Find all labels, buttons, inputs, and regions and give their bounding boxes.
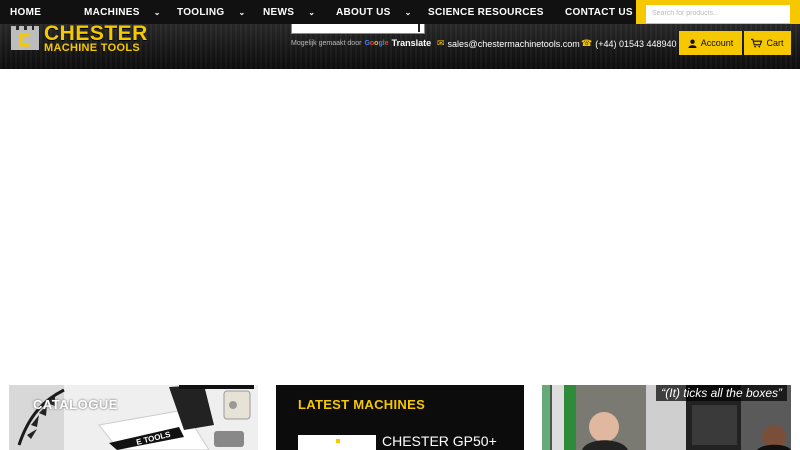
top-navigation: HOME MACHINES ⌄ TOOLING ⌄ NEWS ⌄ ABOUT US ⌄ … [0, 0, 800, 24]
nav-home[interactable]: HOME [10, 0, 41, 24]
chevron-down-icon: ⌄ [404, 7, 412, 17]
chevron-down-icon: ⌄ [153, 7, 161, 17]
chevron-down-icon: ⌄ [238, 7, 246, 17]
nav-about-us[interactable]: ABOUT US ⌄ [336, 0, 412, 24]
account-label: Account [700, 38, 734, 48]
nav-tooling[interactable]: TOOLING ⌄ [177, 0, 246, 24]
envelope-icon: ✉ [437, 38, 445, 48]
language-select[interactable] [291, 24, 425, 34]
catalogue-image: E TOOLS [9, 385, 258, 450]
email-text: sales@chestermachinetools.com [447, 38, 580, 49]
nav-contact-us[interactable]: CONTACT US [565, 0, 633, 24]
cart-icon [751, 38, 763, 48]
nav-about-label: ABOUT US [336, 6, 391, 18]
cart-label: Cart [766, 38, 784, 48]
site-header: CHESTER MACHINE TOOLS Mogelijk gemaakt d… [0, 24, 800, 69]
nav-machines-label: MACHINES [84, 6, 140, 18]
video-quote: “(It) ticks all the boxes” [656, 385, 787, 401]
latest-machines-title: LATEST MACHINES [298, 397, 426, 412]
google-translate-attribution: Mogelijk gemaakt door Google Translate [291, 38, 431, 48]
nav-news[interactable]: NEWS ⌄ [263, 0, 315, 24]
phone-icon: ☎ [581, 38, 593, 48]
latest-machines-card: LATEST MACHINES CHESTER GP50+ [276, 385, 524, 450]
user-icon [688, 39, 697, 48]
nav-machines[interactable]: MACHINES ⌄ [84, 0, 161, 24]
logo-emblem-icon [11, 26, 39, 50]
translate-by-text: Mogelijk gemaakt door [291, 39, 362, 47]
phone-contact[interactable]: ☎ (+44) 01543 448940 [581, 38, 677, 49]
email-contact[interactable]: ✉ sales@chestermachinetools.com [437, 38, 580, 49]
nav-science-label: SCIENCE RESOURCES [428, 6, 544, 18]
nav-news-label: NEWS [263, 6, 295, 18]
chevron-down-icon: ⌄ [308, 7, 316, 17]
machine-thumbnail[interactable] [298, 435, 376, 450]
cart-button[interactable]: Cart [744, 31, 791, 55]
logo[interactable]: CHESTER MACHINE TOOLS [10, 24, 160, 54]
nav-home-label: HOME [10, 6, 42, 18]
logo-subtext: MACHINE TOOLS [44, 42, 140, 54]
translate-link[interactable]: Translate [392, 38, 432, 48]
video-card[interactable]: “(It) ticks all the boxes” [542, 385, 791, 450]
nav-science-resources[interactable]: SCIENCE RESOURCES [428, 0, 544, 24]
nav-contact-label: CONTACT US [565, 6, 633, 18]
google-logo: Google [364, 39, 389, 47]
phone-text: (+44) 01543 448940 [595, 38, 677, 49]
account-button[interactable]: Account [679, 31, 742, 55]
machine-name-link[interactable]: CHESTER GP50+ [382, 433, 497, 449]
catalogue-title: CATALOGUE [33, 397, 118, 412]
nav-tooling-label: TOOLING [177, 6, 225, 18]
search-container [636, 0, 800, 24]
catalogue-card[interactable]: E TOOLS CATALOGUE [9, 385, 258, 450]
search-input[interactable] [646, 4, 790, 23]
